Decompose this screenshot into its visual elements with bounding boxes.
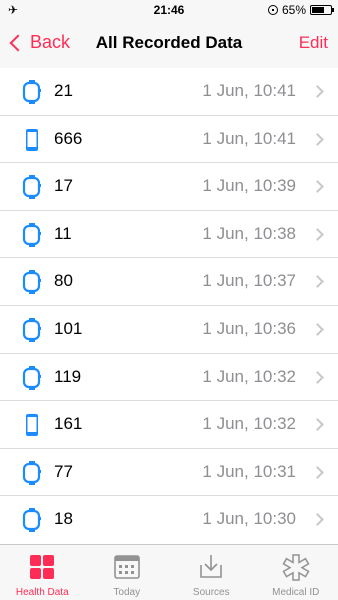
row-value: 18	[54, 509, 73, 529]
row-value: 11	[54, 224, 72, 244]
data-row[interactable]: 80 1 Jun, 10:37	[0, 258, 338, 306]
chevron-right-icon	[311, 513, 324, 526]
row-timestamp: 1 Jun, 10:37	[202, 271, 296, 291]
watch-icon	[20, 270, 44, 294]
edit-button[interactable]: Edit	[299, 33, 328, 53]
row-timestamp: 1 Jun, 10:41	[202, 81, 296, 101]
chevron-right-icon	[311, 371, 324, 384]
watch-icon	[20, 366, 44, 390]
tab-label: Sources	[169, 587, 254, 598]
row-timestamp: 1 Jun, 10:31	[202, 462, 296, 482]
medical-id-icon	[282, 553, 310, 581]
watch-icon	[20, 318, 44, 342]
recorded-data-list: 21 1 Jun, 10:41 666 1 Jun, 10:41 17 1 Jun, 10…	[0, 68, 338, 544]
chevron-right-icon	[311, 418, 324, 431]
phone-icon	[20, 128, 44, 152]
chevron-right-icon	[311, 323, 324, 336]
data-row[interactable]: 11 1 Jun, 10:38	[0, 211, 338, 259]
data-row[interactable]: 666 1 Jun, 10:41	[0, 116, 338, 164]
watch-icon	[20, 461, 44, 485]
row-value: 21	[54, 81, 73, 101]
data-row[interactable]: 77 1 Jun, 10:31	[0, 449, 338, 497]
calendar-icon	[113, 553, 141, 581]
tab-sources[interactable]: Sources	[169, 545, 254, 600]
phone-icon	[20, 413, 44, 437]
data-row[interactable]: 119 1 Jun, 10:32	[0, 354, 338, 402]
rotation-lock-icon	[268, 5, 278, 15]
row-timestamp: 1 Jun, 10:32	[202, 414, 296, 434]
data-row[interactable]: 161 1 Jun, 10:32	[0, 401, 338, 449]
chevron-right-icon	[311, 180, 324, 193]
chevron-right-icon	[311, 228, 324, 241]
tab-label: Health Data	[0, 587, 85, 598]
row-value: 666	[54, 129, 82, 149]
tab-health-data[interactable]: Health Data	[0, 545, 85, 600]
status-right: 65%	[268, 3, 332, 17]
chevron-right-icon	[311, 85, 324, 98]
chevron-right-icon	[311, 466, 324, 479]
row-value: 101	[54, 319, 82, 339]
watch-icon	[20, 175, 44, 199]
row-value: 119	[54, 367, 81, 387]
watch-icon	[20, 508, 44, 532]
health-data-icon	[28, 553, 56, 581]
battery-percent: 65%	[282, 3, 306, 17]
chevron-right-icon	[311, 133, 324, 146]
back-label: Back	[30, 32, 70, 53]
tab-today[interactable]: Today	[85, 545, 170, 600]
status-bar: ✈ 21:46 65%	[0, 0, 338, 20]
download-icon	[197, 553, 225, 581]
row-value: 80	[54, 271, 73, 291]
row-timestamp: 1 Jun, 10:39	[202, 176, 296, 196]
navigation-bar: Back All Recorded Data Edit	[0, 20, 338, 69]
row-timestamp: 1 Jun, 10:36	[202, 319, 296, 339]
row-value: 161	[54, 414, 82, 434]
chevron-right-icon	[311, 276, 324, 289]
data-row[interactable]: 18 1 Jun, 10:30	[0, 496, 338, 544]
data-row[interactable]: 101 1 Jun, 10:36	[0, 306, 338, 354]
row-timestamp: 1 Jun, 10:30	[202, 509, 296, 529]
row-timestamp: 1 Jun, 10:38	[202, 224, 296, 244]
chevron-left-icon	[10, 34, 27, 51]
watch-icon	[20, 80, 44, 104]
data-row[interactable]: 21 1 Jun, 10:41	[0, 68, 338, 116]
watch-icon	[20, 223, 44, 247]
data-row[interactable]: 17 1 Jun, 10:39	[0, 163, 338, 211]
battery-fill	[312, 7, 324, 13]
row-timestamp: 1 Jun, 10:32	[202, 367, 296, 387]
tab-label: Today	[85, 587, 170, 598]
tab-label: Medical ID	[254, 587, 338, 598]
row-value: 77	[54, 462, 73, 482]
tab-medical-id[interactable]: Medical ID	[254, 545, 338, 600]
battery-icon	[310, 5, 332, 15]
row-timestamp: 1 Jun, 10:41	[202, 129, 296, 149]
tab-bar: Health DataTodaySourcesMedical ID	[0, 544, 338, 600]
back-button[interactable]: Back	[8, 32, 70, 53]
row-value: 17	[54, 176, 73, 196]
